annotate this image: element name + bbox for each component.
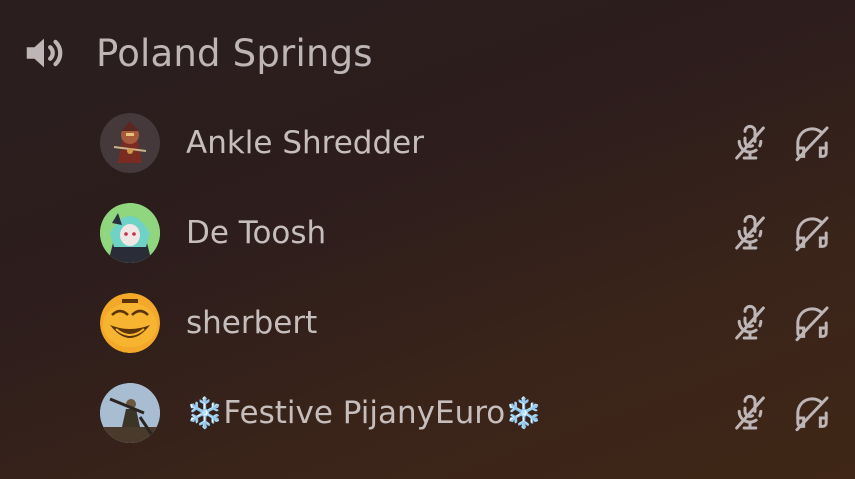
avatar[interactable] xyxy=(100,293,160,353)
headset-deafened-icon xyxy=(795,396,829,432)
snowflake-emoji: ❄️ xyxy=(505,396,543,431)
user-status-icons xyxy=(730,393,832,433)
headset-deafened-icon xyxy=(795,126,829,162)
avatar[interactable] xyxy=(100,113,160,173)
channel-name: Poland Springs xyxy=(96,31,373,75)
user-status-icons xyxy=(730,303,832,343)
user-name: ❄️Festive PijanyEuro❄️ xyxy=(186,395,543,431)
voice-user-list: Ankle Shredder De Toosh sherbert ❄️Festi… xyxy=(100,113,832,473)
headset-deafened-icon xyxy=(795,216,829,252)
mic-muted-icon xyxy=(735,124,765,160)
voice-user-row[interactable]: De Toosh xyxy=(100,203,832,263)
user-status-icons xyxy=(730,123,832,163)
speaker-icon xyxy=(20,29,68,77)
voice-channel-header[interactable]: Poland Springs xyxy=(20,26,373,80)
voice-user-row[interactable]: ❄️Festive PijanyEuro❄️ xyxy=(100,383,832,443)
snowflake-emoji: ❄️ xyxy=(186,396,224,431)
mic-muted-icon xyxy=(735,304,765,340)
user-status-icons xyxy=(730,213,832,253)
mic-muted-icon xyxy=(735,214,765,250)
avatar[interactable] xyxy=(100,203,160,263)
user-name: Ankle Shredder xyxy=(186,125,424,161)
voice-user-row[interactable]: sherbert xyxy=(100,293,832,353)
mic-muted-icon xyxy=(735,394,765,430)
avatar[interactable] xyxy=(100,383,160,443)
user-name: De Toosh xyxy=(186,215,327,251)
headset-deafened-icon xyxy=(795,306,829,342)
voice-user-row[interactable]: Ankle Shredder xyxy=(100,113,832,173)
user-name: sherbert xyxy=(186,305,318,341)
